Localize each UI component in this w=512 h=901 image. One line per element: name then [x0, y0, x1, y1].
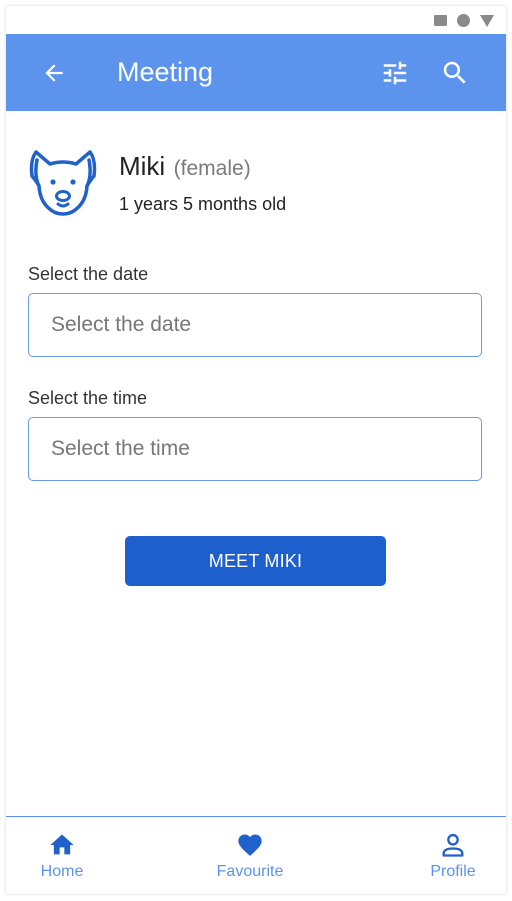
wifi-icon [457, 14, 470, 27]
tune-icon [383, 61, 407, 85]
filter-button[interactable] [378, 56, 412, 90]
date-placeholder: Select the date [51, 313, 192, 336]
pet-info: Miki (female) 1 years 5 months old [26, 146, 486, 226]
arrow-left-icon [45, 64, 63, 82]
pet-age: 1 years 5 months old [119, 194, 287, 214]
time-label: Select the time [28, 388, 148, 408]
home-icon [50, 834, 74, 855]
phone-frame: Meeting Miki (female) 1 years 5 months o… [6, 6, 506, 894]
search-icon [443, 61, 466, 84]
nav-item-favourite[interactable]: Favourite [213, 831, 287, 881]
nav-label-favourite: Favourite [216, 863, 284, 880]
date-field[interactable]: Select the date [28, 293, 482, 357]
page-title: Meeting [117, 57, 214, 87]
dog-face-icon [29, 150, 97, 216]
status-icons [434, 14, 494, 27]
nav-label-profile: Profile [430, 863, 476, 880]
bottom-nav: Home Favourite Profile [6, 816, 506, 894]
pet-name: Miki [119, 151, 166, 181]
pet-name-line: Miki (female) [119, 151, 251, 182]
nav-label-home: Home [40, 863, 84, 880]
date-label: Select the date [28, 264, 149, 284]
person-icon [442, 833, 464, 857]
status-bar [6, 6, 506, 34]
nav-item-profile[interactable]: Profile [426, 831, 480, 881]
back-button[interactable] [38, 57, 70, 89]
app-bar: Meeting [6, 34, 506, 111]
battery-icon [434, 15, 447, 26]
pet-gender: (female) [173, 157, 251, 180]
search-button[interactable] [438, 56, 472, 90]
signal-icon [480, 14, 494, 27]
meet-button[interactable]: MEET MIKI [125, 536, 386, 586]
time-field[interactable]: Select the time [28, 417, 482, 481]
time-placeholder: Select the time [51, 437, 190, 460]
nav-item-home[interactable]: Home [39, 831, 85, 881]
heart-icon [238, 834, 262, 856]
